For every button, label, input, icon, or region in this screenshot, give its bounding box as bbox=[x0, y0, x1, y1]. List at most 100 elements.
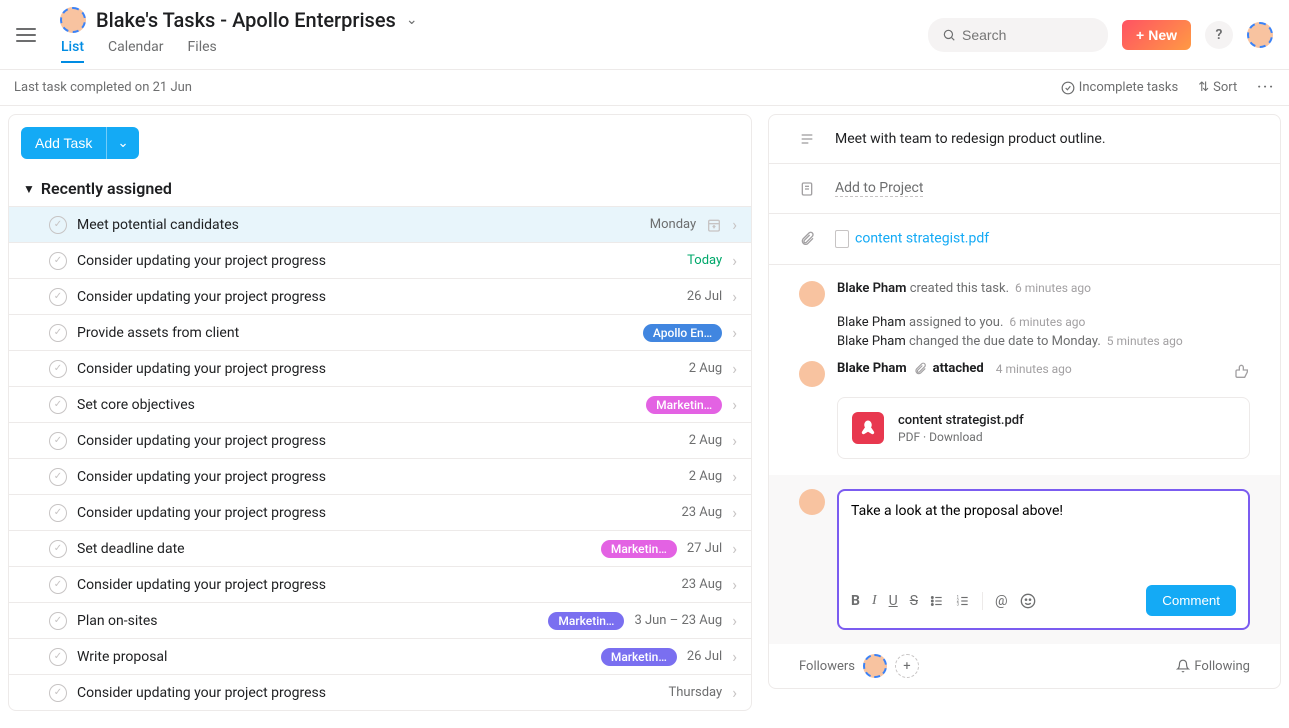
task-description: Meet with team to redesign product outli… bbox=[835, 131, 1106, 147]
task-complete-checkbox[interactable] bbox=[49, 324, 67, 342]
numbered-list-icon[interactable]: 123 bbox=[956, 593, 970, 609]
task-name: Consider updating your project progress bbox=[77, 433, 689, 449]
task-complete-checkbox[interactable] bbox=[49, 648, 67, 666]
task-complete-checkbox[interactable] bbox=[49, 684, 67, 702]
task-complete-checkbox[interactable] bbox=[49, 432, 67, 450]
task-row[interactable]: Consider updating your project progress2… bbox=[9, 566, 751, 602]
collapse-caret-icon: ▼ bbox=[23, 182, 35, 196]
task-tag[interactable]: Apollo En… bbox=[643, 324, 722, 342]
attachment-link[interactable]: content strategist.pdf bbox=[855, 231, 989, 247]
chevron-down-icon[interactable]: ⌄ bbox=[406, 12, 418, 28]
followers-label: Followers bbox=[799, 659, 855, 674]
attachment-meta: PDF · Download bbox=[898, 430, 1024, 444]
task-row[interactable]: Set core objectivesMarketin…› bbox=[9, 386, 751, 422]
task-date: 27 Jul bbox=[687, 541, 722, 556]
like-icon[interactable] bbox=[1234, 361, 1250, 380]
task-row[interactable]: Consider updating your project progressT… bbox=[9, 674, 751, 710]
comment-box[interactable]: B I U S 123 @ bbox=[837, 489, 1250, 630]
tab-files[interactable]: Files bbox=[188, 39, 217, 63]
task-complete-checkbox[interactable] bbox=[49, 468, 67, 486]
task-complete-checkbox[interactable] bbox=[49, 396, 67, 414]
strikethrough-icon[interactable]: S bbox=[910, 593, 918, 609]
avatar bbox=[799, 489, 825, 515]
task-tag[interactable]: Marketin… bbox=[646, 396, 722, 414]
more-icon[interactable]: ··· bbox=[1257, 80, 1275, 95]
tab-calendar[interactable]: Calendar bbox=[108, 39, 164, 63]
task-name: Provide assets from client bbox=[77, 325, 643, 341]
search-icon bbox=[942, 27, 956, 43]
task-date: 23 Aug bbox=[681, 505, 722, 520]
task-date: 26 Jul bbox=[687, 649, 722, 664]
task-date: Today bbox=[687, 253, 722, 268]
add-to-project-link[interactable]: Add to Project bbox=[835, 180, 923, 197]
chevron-right-icon: › bbox=[732, 467, 737, 486]
emoji-icon[interactable] bbox=[1020, 593, 1036, 609]
task-name: Plan on-sites bbox=[77, 613, 548, 629]
section-header[interactable]: ▼ Recently assigned bbox=[9, 171, 751, 206]
new-button[interactable]: +New bbox=[1122, 20, 1191, 50]
attachment-icon bbox=[913, 362, 927, 376]
chevron-right-icon: › bbox=[732, 503, 737, 522]
task-tag[interactable]: Marketin… bbox=[601, 648, 677, 666]
task-row[interactable]: Provide assets from clientApollo En…› bbox=[9, 314, 751, 350]
task-row[interactable]: Set deadline dateMarketin…27 Jul› bbox=[9, 530, 751, 566]
task-date: 26 Jul bbox=[687, 289, 722, 304]
add-task-dropdown[interactable]: ⌄ bbox=[106, 127, 138, 159]
task-date: 2 Aug bbox=[689, 433, 722, 448]
comment-button[interactable]: Comment bbox=[1146, 585, 1236, 616]
chevron-right-icon: › bbox=[732, 611, 737, 630]
task-name: Set deadline date bbox=[77, 541, 601, 557]
task-date: Monday bbox=[650, 217, 696, 232]
task-complete-checkbox[interactable] bbox=[49, 216, 67, 234]
underline-icon[interactable]: U bbox=[889, 593, 898, 609]
task-name: Consider updating your project progress bbox=[77, 289, 687, 305]
task-row[interactable]: Write proposalMarketin…26 Jul› bbox=[9, 638, 751, 674]
add-task-button[interactable]: Add Task bbox=[21, 127, 106, 159]
user-avatar[interactable] bbox=[1247, 22, 1273, 48]
sort-button[interactable]: ⇅Sort bbox=[1198, 80, 1237, 95]
bullet-list-icon[interactable] bbox=[930, 593, 944, 609]
task-row[interactable]: Consider updating your project progress2… bbox=[9, 278, 751, 314]
task-row[interactable]: Plan on-sitesMarketin…3 Jun – 23 Aug› bbox=[9, 602, 751, 638]
task-complete-checkbox[interactable] bbox=[49, 288, 67, 306]
search-input[interactable] bbox=[962, 27, 1094, 43]
add-follower-button[interactable]: + bbox=[895, 654, 919, 678]
filter-incomplete[interactable]: Incomplete tasks bbox=[1061, 80, 1178, 95]
task-name: Consider updating your project progress bbox=[77, 469, 689, 485]
task-complete-checkbox[interactable] bbox=[49, 360, 67, 378]
svg-text:3: 3 bbox=[957, 602, 960, 607]
description-icon bbox=[799, 131, 817, 147]
schedule-icon[interactable] bbox=[706, 216, 722, 232]
attachment-card[interactable]: content strategist.pdf PDF · Download bbox=[837, 397, 1250, 459]
help-button[interactable]: ? bbox=[1205, 21, 1233, 49]
search-box[interactable] bbox=[928, 18, 1108, 52]
mention-icon[interactable]: @ bbox=[995, 593, 1008, 609]
task-complete-checkbox[interactable] bbox=[49, 576, 67, 594]
following-toggle[interactable]: Following bbox=[1176, 659, 1250, 674]
italic-icon[interactable]: I bbox=[872, 593, 877, 609]
task-tag[interactable]: Marketin… bbox=[601, 540, 677, 558]
task-row[interactable]: Consider updating your project progress2… bbox=[9, 458, 751, 494]
bold-icon[interactable]: B bbox=[851, 593, 860, 609]
follower-avatar[interactable] bbox=[863, 654, 887, 678]
task-name: Write proposal bbox=[77, 649, 601, 665]
comment-input[interactable] bbox=[851, 503, 1236, 573]
task-row[interactable]: Consider updating your project progressT… bbox=[9, 242, 751, 278]
task-row[interactable]: Consider updating your project progress2… bbox=[9, 494, 751, 530]
task-complete-checkbox[interactable] bbox=[49, 540, 67, 558]
task-name: Consider updating your project progress bbox=[77, 505, 681, 521]
task-date: Thursday bbox=[669, 685, 723, 700]
chevron-right-icon: › bbox=[732, 359, 737, 378]
task-row[interactable]: Consider updating your project progress2… bbox=[9, 350, 751, 386]
task-row[interactable]: Consider updating your project progress2… bbox=[9, 422, 751, 458]
task-date: 23 Aug bbox=[681, 577, 722, 592]
activity-line: Blake Pham assigned to you.6 minutes ago bbox=[837, 315, 1250, 330]
task-tag[interactable]: Marketin… bbox=[548, 612, 624, 630]
menu-icon[interactable] bbox=[16, 28, 36, 42]
task-complete-checkbox[interactable] bbox=[49, 612, 67, 630]
task-row[interactable]: Meet potential candidatesMonday› bbox=[9, 206, 751, 242]
attachment-icon bbox=[799, 230, 817, 246]
task-complete-checkbox[interactable] bbox=[49, 252, 67, 270]
task-complete-checkbox[interactable] bbox=[49, 504, 67, 522]
tab-list[interactable]: List bbox=[61, 39, 84, 63]
